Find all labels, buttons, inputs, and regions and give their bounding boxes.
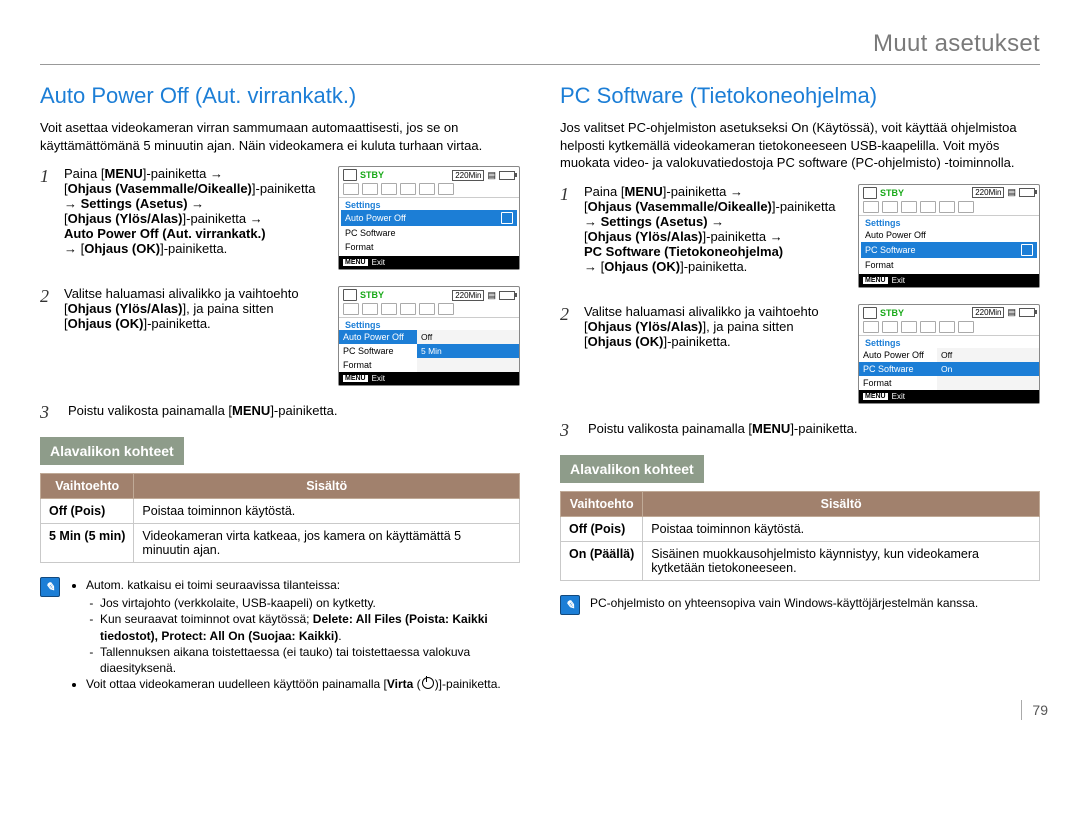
step-number: 3	[40, 402, 58, 423]
left-intro: Voit asettaa videokameran virran sammuma…	[40, 119, 520, 154]
signal-icon: ▤	[1007, 307, 1016, 318]
left-step-1: 1 Paina [MENU]-painiketta → [Ohjaus (Vas…	[40, 166, 520, 276]
step-body: Valitse haluamasi alivalikko ja vaihtoeh…	[584, 304, 844, 410]
left-shot-2: STBY220Min▤ Settings Auto Power Off PC S…	[338, 286, 520, 392]
step-body: Paina [MENU]-painiketta → [Ohjaus (Vasem…	[64, 166, 324, 276]
table-row: On (Päällä)Sisäinen muokkausohjelmisto k…	[561, 541, 1040, 580]
right-note: ✎ PC-ohjelmisto on yhteensopiva vain Win…	[560, 595, 1040, 615]
step-body: Poistu valikosta painamalla [MENU]-paini…	[588, 420, 1040, 441]
sd-icon	[863, 307, 877, 319]
left-note: ✎ Autom. katkaisu ei toimi seuraavissa t…	[40, 577, 520, 692]
step-body: Paina [MENU]-painiketta → [Ohjaus (Vasem…	[584, 184, 844, 294]
battery-icon	[499, 291, 515, 300]
col-left: Auto Power Off (Aut. virrankatk.) Voit a…	[40, 83, 520, 692]
signal-icon: ▤	[487, 290, 496, 301]
right-steps: 1 Paina [MENU]-painiketta → [Ohjaus (Vas…	[560, 184, 1040, 441]
right-step-2: 2 Valitse haluamasi alivalikko ja vaihto…	[560, 304, 1040, 410]
page: Muut asetukset Auto Power Off (Aut. virr…	[40, 30, 1040, 692]
row-icon	[501, 212, 513, 224]
note-icon: ✎	[560, 595, 580, 615]
right-table: VaihtoehtoSisältö Off (Pois)Poistaa toim…	[560, 491, 1040, 581]
note-icon: ✎	[40, 577, 60, 597]
right-step-1: 1 Paina [MENU]-painiketta → [Ohjaus (Vas…	[560, 184, 1040, 294]
left-steps: 1 Paina [MENU]-painiketta → [Ohjaus (Vas…	[40, 166, 520, 423]
step-number: 3	[560, 420, 578, 441]
signal-icon: ▤	[1007, 187, 1016, 198]
table-row: Off (Pois)Poistaa toiminnon käytöstä.	[561, 516, 1040, 541]
columns: Auto Power Off (Aut. virrankatk.) Voit a…	[40, 83, 1040, 692]
right-banner: Alavalikon kohteet	[560, 455, 704, 483]
table-row: Off (Pois)Poistaa toiminnon käytöstä.	[41, 499, 520, 524]
left-banner: Alavalikon kohteet	[40, 437, 184, 465]
step-number: 2	[40, 286, 58, 392]
sd-icon	[343, 169, 357, 181]
right-step-3: 3 Poistu valikosta painamalla [MENU]-pai…	[560, 420, 1040, 441]
battery-icon	[1019, 188, 1035, 197]
page-header-title: Muut asetukset	[873, 30, 1040, 57]
step-body: Valitse haluamasi alivalikko ja vaihtoeh…	[64, 286, 324, 392]
step-number: 1	[40, 166, 58, 276]
right-shot-1: STBY220Min▤ Settings Auto Power Off PC S…	[858, 184, 1040, 294]
left-step-2: 2 Valitse haluamasi alivalikko ja vaihto…	[40, 286, 520, 392]
left-shot-1: STBY220Min▤ Settings Auto Power Off PC S…	[338, 166, 520, 276]
sd-icon	[863, 187, 877, 199]
power-icon	[422, 677, 434, 689]
right-intro: Jos valitset PC-ohjelmiston asetukseksi …	[560, 119, 1040, 172]
page-number: 79	[1021, 700, 1048, 720]
step-body: Poistu valikosta painamalla [MENU]-paini…	[68, 402, 520, 423]
battery-icon	[499, 171, 515, 180]
left-section-title: Auto Power Off (Aut. virrankatk.)	[40, 83, 520, 109]
page-header: Muut asetukset	[40, 30, 1040, 65]
signal-icon: ▤	[487, 170, 496, 181]
battery-icon	[1019, 308, 1035, 317]
right-section-title: PC Software (Tietokoneohjelma)	[560, 83, 1040, 109]
row-icon	[1021, 244, 1033, 256]
sd-icon	[343, 289, 357, 301]
step-number: 1	[560, 184, 578, 294]
left-table: VaihtoehtoSisältö Off (Pois)Poistaa toim…	[40, 473, 520, 563]
table-row: 5 Min (5 min)Videokameran virta katkeaa,…	[41, 524, 520, 563]
col-right: PC Software (Tietokoneohjelma) Jos valit…	[560, 83, 1040, 692]
right-shot-2: STBY220Min▤ Settings Auto Power Off PC S…	[858, 304, 1040, 410]
step-number: 2	[560, 304, 578, 410]
left-step-3: 3 Poistu valikosta painamalla [MENU]-pai…	[40, 402, 520, 423]
